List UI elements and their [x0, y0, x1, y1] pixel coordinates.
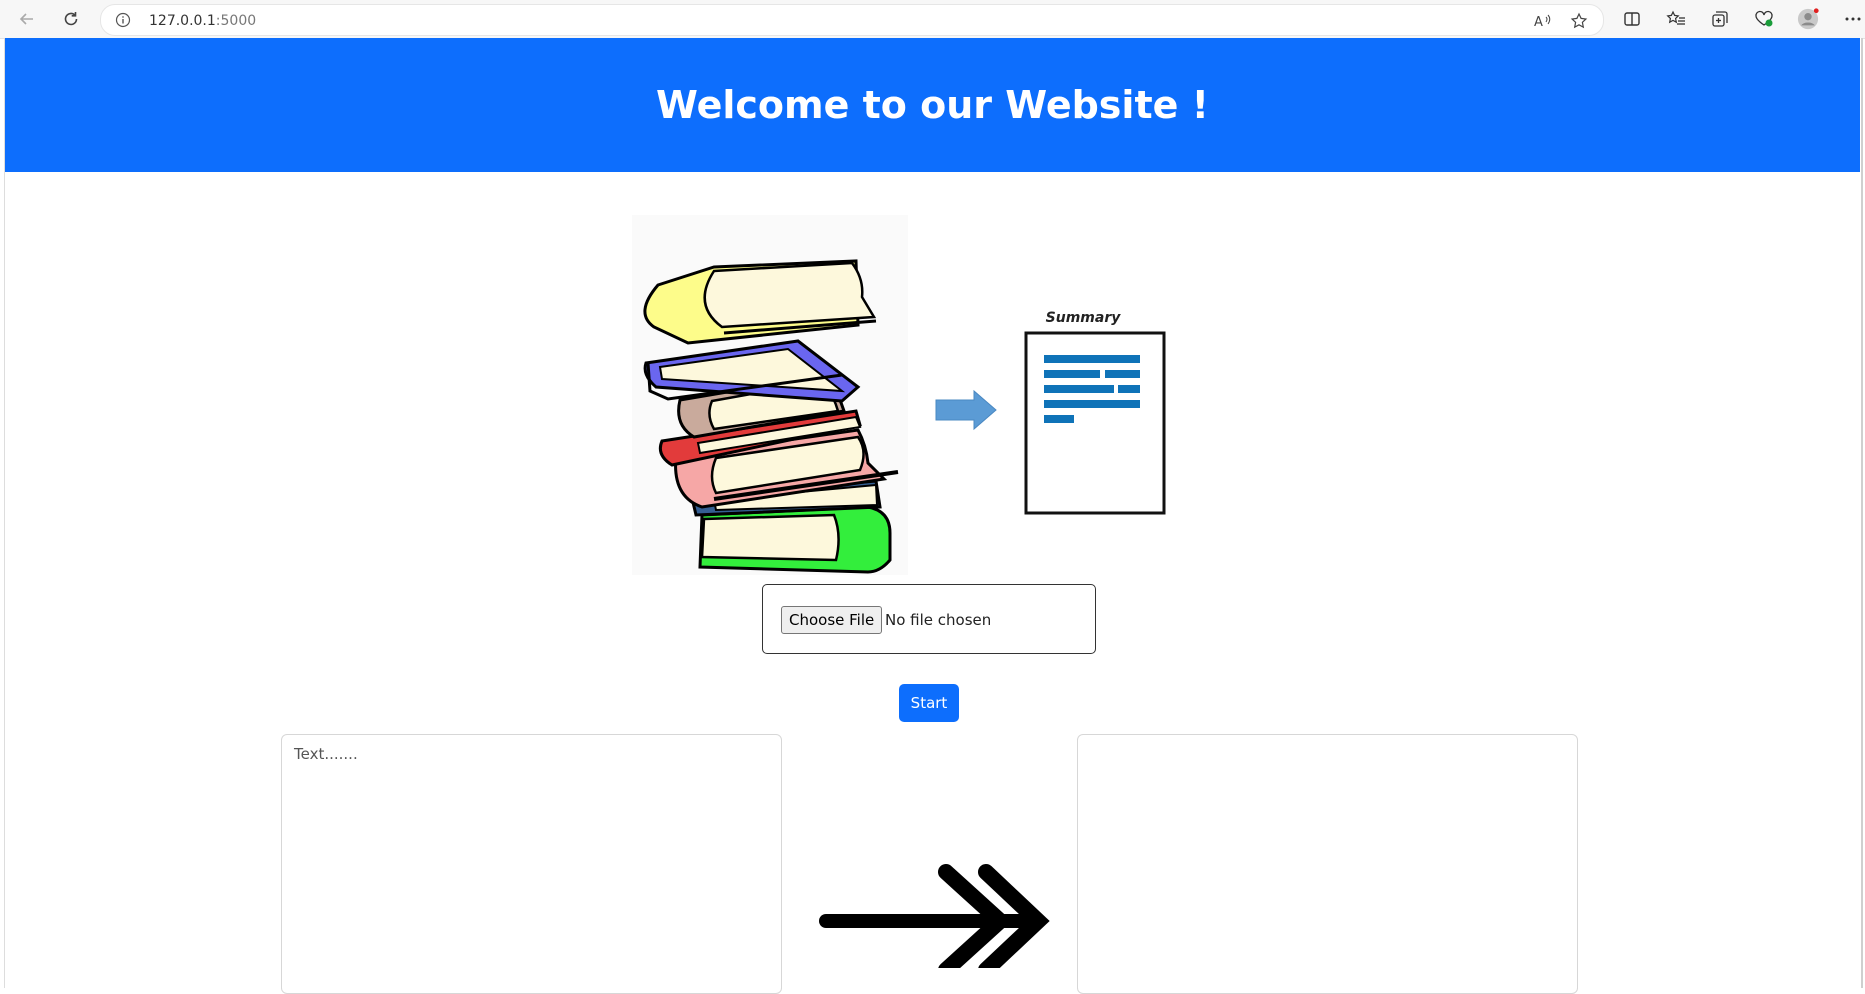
back-icon[interactable]: [16, 8, 38, 30]
info-icon[interactable]: [115, 12, 131, 32]
address-bar[interactable]: 127.0.0.1:5000 A: [100, 4, 1604, 36]
choose-file-button[interactable]: Choose File: [781, 606, 883, 634]
collections-icon[interactable]: [1709, 8, 1731, 30]
favorites-icon[interactable]: [1665, 8, 1687, 30]
url-port: :5000: [215, 13, 257, 29]
file-upload-box: Choose File No file chosen: [762, 584, 1096, 654]
refresh-icon[interactable]: [60, 8, 82, 30]
input-text-area[interactable]: [281, 734, 782, 994]
books-stack-image: [632, 215, 908, 575]
file-status-text: No file chosen: [885, 611, 992, 629]
page-header: Welcome to our Website !: [5, 38, 1860, 172]
split-screen-icon[interactable]: [1621, 8, 1643, 30]
browser-toolbar: 127.0.0.1:5000 A: [0, 0, 1865, 39]
right-arrow-icon: [935, 389, 997, 431]
read-aloud-icon[interactable]: A: [1533, 11, 1553, 31]
summary-label: Summary: [1046, 310, 1122, 326]
summary-document-icon: Summary: [1024, 310, 1166, 515]
summary-output-area[interactable]: [1077, 734, 1578, 994]
svg-text:A: A: [1534, 15, 1543, 29]
books-to-summary-illustration: Summary: [632, 215, 1166, 575]
browser-essentials-icon[interactable]: [1753, 8, 1775, 30]
more-icon[interactable]: [1842, 8, 1864, 30]
url-host: 127.0.0.1: [149, 13, 216, 29]
double-chevron-arrow-icon: [819, 864, 1050, 968]
url-text: 127.0.0.1:5000: [149, 13, 256, 29]
start-button[interactable]: Start: [899, 684, 959, 722]
favorite-star-icon[interactable]: [1569, 11, 1589, 31]
page-title: Welcome to our Website !: [656, 83, 1209, 127]
profile-icon[interactable]: [1797, 8, 1819, 30]
